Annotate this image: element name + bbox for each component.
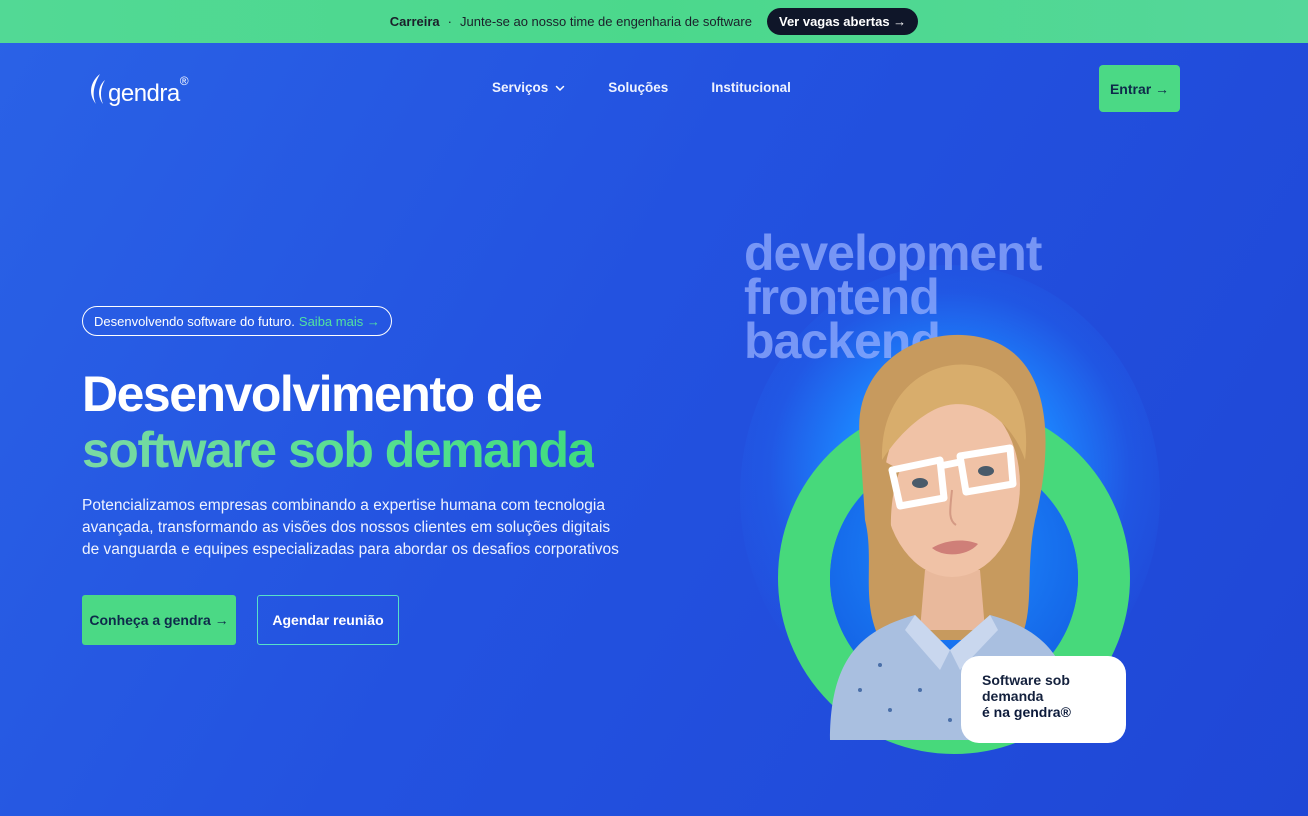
hero-title-line1: Desenvolvimento de (82, 366, 543, 422)
nav-item-label: Serviços (492, 80, 549, 95)
announcement-pill: Desenvolvendo software do futuro. Saiba … (82, 306, 392, 336)
nav-item-solucoes[interactable]: Soluções (608, 80, 668, 95)
schedule-meeting-button[interactable]: Agendar reunião (257, 595, 399, 645)
gendra-logo-icon (91, 74, 105, 104)
login-button[interactable]: Entrar → (1099, 65, 1180, 112)
announcement-text: Junte-se ao nosso time de engenharia de … (460, 14, 752, 29)
announcement-separator: · (447, 14, 453, 29)
brand-registered-mark: ® (179, 74, 189, 88)
pill-text: Desenvolvendo software do futuro. (94, 313, 295, 329)
discover-gendra-button[interactable]: Conheça a gendra → (82, 595, 236, 645)
main-nav: Serviços Soluções Institucional (492, 80, 791, 95)
badge-line2: demanda (982, 688, 1044, 704)
hero-visual: development frontend backend Software so… (720, 225, 1180, 765)
nav-item-label: Soluções (608, 80, 669, 95)
open-positions-button[interactable]: Ver vagas abertas → (766, 8, 919, 35)
chevron-down-icon (556, 85, 565, 91)
hero-title: Desenvolvimento de software sob demanda (82, 366, 595, 478)
brand-name: gendra (108, 80, 180, 107)
nav-item-institucional[interactable]: Institucional (711, 80, 791, 95)
nav-item-label: Institucional (711, 80, 791, 95)
hero-description: Potencializamos empresas combinando a ex… (82, 497, 619, 558)
software-on-demand-badge: Software sob demanda é na gendra® (961, 656, 1126, 743)
learn-more-link[interactable]: Saiba mais → (299, 314, 380, 329)
gendra-logo[interactable]: gendra ® (86, 70, 189, 106)
badge-line1: Software sob (982, 672, 1070, 688)
announcement-label: Carreira (389, 14, 440, 29)
hero-title-line2: software sob demanda (82, 422, 595, 478)
announcement-bar: Carreira · Junte-se ao nosso time de eng… (0, 0, 1308, 43)
nav-item-servicos[interactable]: Serviços (492, 80, 565, 95)
badge-line3: é na gendra® (982, 704, 1071, 720)
